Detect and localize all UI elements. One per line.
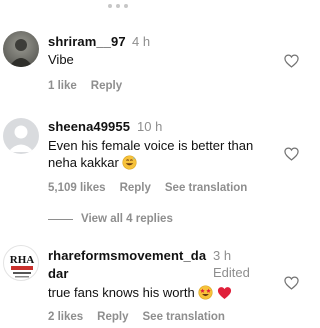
heart-icon[interactable]	[284, 147, 299, 161]
avatar[interactable]	[3, 31, 39, 67]
view-replies-label: View all 4 replies	[81, 213, 173, 225]
heart-icon[interactable]	[284, 54, 299, 68]
avatar[interactable]	[3, 118, 39, 154]
comment-time: 10 h	[137, 119, 163, 134]
comment-meta: 1 like Reply	[48, 80, 122, 92]
comment-meta: 2 likes Reply See translation	[48, 311, 225, 323]
heart-icon[interactable]	[284, 276, 299, 290]
reply-button[interactable]: Reply	[91, 80, 122, 92]
rha-logo-icon: RHA	[10, 254, 35, 278]
svg-text:RHA: RHA	[10, 254, 35, 266]
comment-username[interactable]: shriram__97	[48, 34, 126, 49]
grinning-sweat-emoji-icon	[122, 155, 138, 170]
comment-text-line: true fans knows his worth	[48, 284, 232, 301]
comment-text-line: neha kakkar	[48, 154, 138, 171]
comment-text-line: Even his female voice is better than	[48, 138, 254, 153]
star-struck-emoji-icon	[198, 285, 213, 300]
profile-photo-icon	[9, 39, 33, 67]
reply-button[interactable]: Reply	[97, 311, 128, 323]
edited-label: Edited	[213, 265, 250, 280]
comment-username-line[interactable]: dar	[48, 266, 69, 281]
comment-username-line[interactable]: rhareformsmovement_da	[48, 248, 206, 263]
comment-time: 4 h	[132, 34, 151, 49]
comment-text-tail: neha kakkar	[48, 155, 119, 170]
comment-username[interactable]: sheena49955	[48, 119, 130, 134]
default-avatar-icon	[8, 125, 34, 152]
see-translation-button[interactable]: See translation	[143, 311, 225, 323]
comment-text: true fans knows his worth	[48, 285, 195, 300]
comment-time: 3 h	[213, 248, 232, 263]
comment-meta: 5,109 likes Reply See translation	[48, 182, 247, 194]
like-count[interactable]: 1 like	[48, 80, 77, 92]
red-heart-emoji-icon	[217, 287, 231, 299]
comment-text: Vibe	[48, 52, 74, 67]
see-translation-button[interactable]: See translation	[165, 182, 247, 194]
replies-divider	[48, 218, 73, 220]
avatar[interactable]: RHA	[3, 245, 39, 281]
scroll-indicator	[108, 4, 128, 8]
like-count[interactable]: 2 likes	[48, 311, 83, 323]
like-count[interactable]: 5,109 likes	[48, 182, 106, 194]
reply-button[interactable]: Reply	[120, 182, 151, 194]
view-replies-button[interactable]: View all 4 replies	[48, 213, 173, 225]
